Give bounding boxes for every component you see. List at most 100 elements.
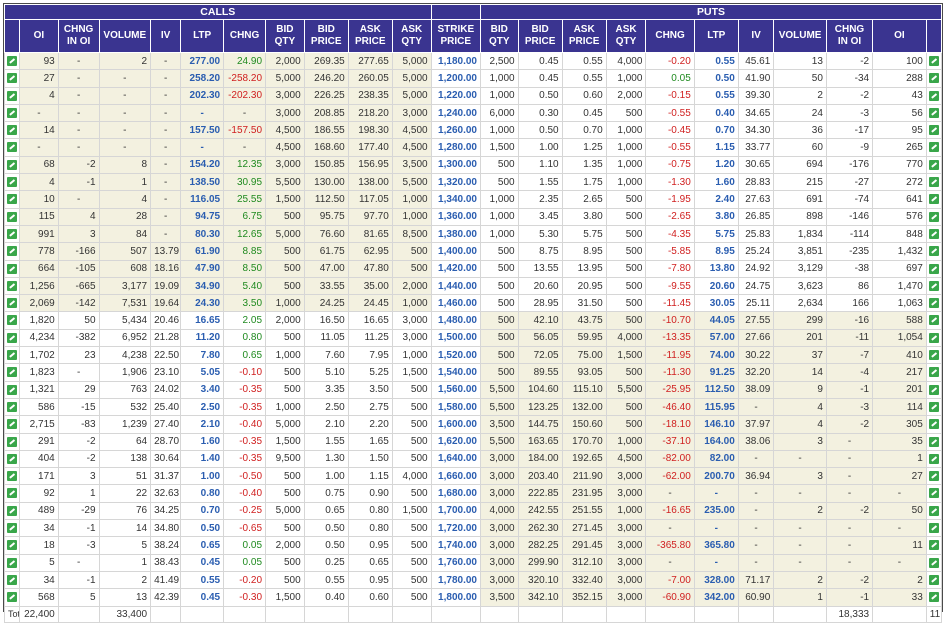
strike-price-cell[interactable]: 1,500.00 — [430, 328, 481, 348]
column-header[interactable]: IV — [737, 19, 775, 53]
chart-icon[interactable] — [928, 471, 939, 482]
chart-icon[interactable] — [7, 471, 18, 482]
chart-icon[interactable] — [7, 298, 18, 309]
chart-icon[interactable] — [928, 177, 939, 188]
call-cell[interactable]: 0.80 — [180, 484, 225, 503]
chart-icon[interactable] — [928, 263, 939, 274]
call-cell[interactable]: 138.50 — [180, 173, 225, 192]
chart-icon[interactable] — [7, 159, 18, 170]
column-header[interactable]: VOLUME — [98, 19, 152, 53]
chart-icon[interactable] — [7, 194, 18, 205]
put-cell[interactable]: 235.00 — [693, 501, 739, 521]
chart-icon[interactable] — [7, 228, 18, 239]
put-cell[interactable]: 115.95 — [693, 397, 739, 417]
chart-icon[interactable] — [928, 142, 939, 153]
strike-price-cell[interactable]: 1,360.00 — [430, 207, 481, 226]
chart-icon[interactable] — [7, 142, 18, 153]
column-header[interactable]: VOLUME — [773, 19, 827, 53]
call-cell[interactable]: 47.90 — [180, 259, 225, 278]
call-cell[interactable]: 1.00 — [180, 467, 225, 486]
chart-icon[interactable] — [7, 315, 18, 326]
call-cell[interactable]: 1.40 — [180, 449, 225, 469]
call-cell[interactable]: 0.50 — [180, 519, 225, 538]
chart-icon[interactable] — [928, 540, 939, 551]
chart-icon[interactable] — [7, 436, 18, 447]
chart-icon[interactable] — [928, 523, 939, 534]
column-header[interactable]: LTP — [180, 19, 225, 53]
column-header[interactable]: BID QTY — [479, 19, 519, 53]
put-cell[interactable]: 146.10 — [693, 415, 739, 434]
strike-price-cell[interactable]: 1,420.00 — [430, 259, 481, 278]
chart-icon[interactable] — [7, 73, 18, 84]
put-cell[interactable]: 82.00 — [693, 449, 739, 469]
column-header[interactable]: CHNG — [645, 19, 695, 53]
put-cell[interactable]: 328.00 — [693, 570, 739, 590]
chart-icon[interactable] — [7, 453, 18, 464]
chart-icon[interactable] — [7, 505, 18, 516]
put-cell[interactable]: 13.80 — [693, 259, 739, 278]
chart-icon[interactable] — [928, 298, 939, 309]
call-cell[interactable]: 34.90 — [180, 276, 225, 296]
put-cell[interactable]: 57.00 — [693, 328, 739, 348]
chart-icon[interactable] — [928, 56, 939, 66]
put-cell[interactable]: 44.05 — [693, 311, 739, 330]
call-cell[interactable]: 7.80 — [180, 346, 225, 365]
put-cell[interactable]: 0.55 — [693, 51, 739, 71]
call-cell[interactable]: 3.40 — [180, 380, 225, 399]
column-header[interactable]: IV — [150, 19, 182, 53]
call-cell[interactable]: 16.65 — [180, 311, 225, 330]
call-cell[interactable]: - — [180, 138, 225, 157]
strike-price-cell[interactable]: 1,700.00 — [430, 501, 481, 521]
put-cell[interactable]: 74.00 — [693, 346, 739, 365]
chart-icon[interactable] — [928, 90, 939, 101]
put-cell[interactable]: - — [693, 553, 739, 572]
put-cell[interactable]: 91.25 — [693, 363, 739, 382]
chart-icon[interactable] — [928, 401, 939, 412]
put-cell[interactable]: 1.15 — [693, 138, 739, 157]
chart-icon[interactable] — [7, 401, 18, 412]
chart-icon[interactable] — [7, 125, 18, 136]
column-header[interactable]: ASK PRICE — [561, 19, 607, 53]
chart-icon[interactable] — [928, 453, 939, 464]
strike-price-cell[interactable]: 1,800.00 — [430, 588, 481, 607]
column-header[interactable]: OI — [872, 19, 927, 53]
column-header[interactable]: ASK PRICE — [347, 19, 393, 53]
call-cell[interactable]: 154.20 — [180, 155, 225, 175]
put-cell[interactable]: 112.50 — [693, 380, 739, 399]
chart-icon[interactable] — [7, 211, 18, 222]
chart-icon[interactable] — [928, 592, 939, 603]
strike-price-cell[interactable]: 1,220.00 — [430, 86, 481, 105]
put-cell[interactable]: 30.05 — [693, 294, 739, 313]
chart-icon[interactable] — [928, 574, 939, 585]
column-header[interactable]: CHNG IN OI — [57, 19, 100, 53]
column-header[interactable]: CHNG — [223, 19, 267, 53]
column-header[interactable]: STRIKE PRICE — [430, 19, 481, 53]
strike-price-cell[interactable]: 1,660.00 — [430, 467, 481, 486]
put-cell[interactable]: - — [693, 519, 739, 538]
chart-icon[interactable] — [7, 574, 18, 585]
chart-icon[interactable] — [7, 350, 18, 361]
strike-price-cell[interactable]: 1,760.00 — [430, 553, 481, 572]
strike-price-cell[interactable]: 1,400.00 — [430, 242, 481, 261]
put-cell[interactable]: 3.80 — [693, 207, 739, 226]
strike-price-cell[interactable]: 1,720.00 — [430, 519, 481, 538]
put-cell[interactable]: 0.50 — [693, 69, 739, 88]
chart-icon[interactable] — [7, 107, 18, 118]
chart-icon[interactable] — [7, 540, 18, 551]
column-header[interactable]: OI — [19, 19, 59, 53]
chart-icon[interactable] — [928, 557, 939, 568]
chart-icon[interactable] — [7, 90, 18, 101]
put-cell[interactable]: 8.95 — [693, 242, 739, 261]
column-header[interactable]: CHNG IN OI — [825, 19, 874, 53]
chart-icon[interactable] — [928, 436, 939, 447]
put-cell[interactable]: 0.40 — [693, 103, 739, 123]
strike-price-cell[interactable]: 1,320.00 — [430, 173, 481, 192]
chart-icon[interactable] — [928, 125, 939, 136]
call-cell[interactable]: 202.30 — [180, 86, 225, 105]
put-cell[interactable]: 0.70 — [693, 121, 739, 140]
strike-price-cell[interactable]: 1,520.00 — [430, 346, 481, 365]
chart-icon[interactable] — [928, 488, 939, 499]
column-header[interactable]: LTP — [693, 19, 739, 53]
put-cell[interactable]: 365.80 — [693, 536, 739, 555]
call-cell[interactable]: 0.55 — [180, 570, 225, 590]
